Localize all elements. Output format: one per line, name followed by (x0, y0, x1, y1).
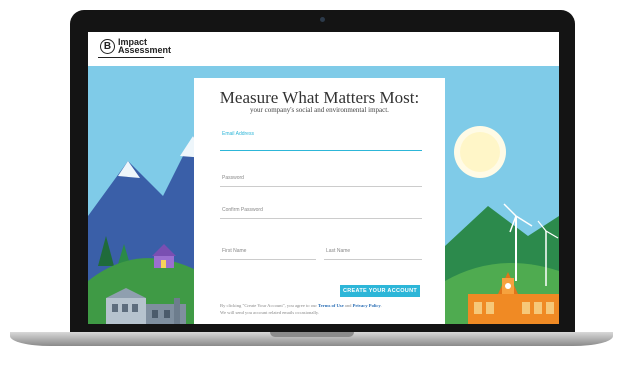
confirm-password-field-underline (220, 218, 422, 219)
create-account-button[interactable]: CREATE YOUR ACCOUNT (340, 285, 420, 297)
legal-email-notice: We will send you account related emails … (220, 310, 320, 315)
b-corp-logo-icon[interactable]: B (100, 39, 115, 54)
last-name-field-label: Last Name (326, 248, 351, 254)
webcam-icon (320, 17, 325, 22)
logo-underline (98, 57, 164, 58)
password-field-label: Password (222, 175, 244, 181)
privacy-policy-link[interactable]: Privacy Policy (353, 303, 381, 308)
laptop-notch (270, 332, 354, 337)
password-field-underline (220, 186, 422, 187)
laptop-screen: B Impact Assessment Measure What Matters… (88, 32, 559, 324)
email-field-underline (220, 150, 422, 151)
signup-form-card: Measure What Matters Most: your company'… (194, 78, 445, 324)
confirm-password-field-label: Confirm Password (222, 207, 263, 213)
terms-of-use-link[interactable]: Terms of Use (318, 303, 344, 308)
email-field-label: Email Address (222, 131, 254, 137)
last-name-field[interactable]: Last Name (324, 243, 422, 260)
logo-text-assessment[interactable]: Assessment (118, 46, 171, 55)
email-field[interactable]: Email Address (220, 128, 422, 151)
first-name-field-underline (220, 259, 316, 260)
form-subtitle: your company's social and environmental … (250, 106, 389, 114)
first-name-field[interactable]: First Name (220, 243, 316, 260)
legal-notice: By clicking "Create Your Account", you a… (220, 302, 424, 316)
legal-and: and (343, 303, 353, 308)
last-name-field-underline (324, 259, 422, 260)
form-title: Measure What Matters Most: (219, 88, 420, 107)
site-header: B Impact Assessment (88, 32, 559, 66)
confirm-password-field[interactable]: Confirm Password (220, 202, 422, 219)
first-name-field-label: First Name (222, 248, 247, 254)
legal-suffix: . (380, 303, 382, 308)
legal-prefix: By clicking "Create Your Account", you a… (220, 303, 319, 308)
password-field[interactable]: Password (220, 170, 422, 187)
